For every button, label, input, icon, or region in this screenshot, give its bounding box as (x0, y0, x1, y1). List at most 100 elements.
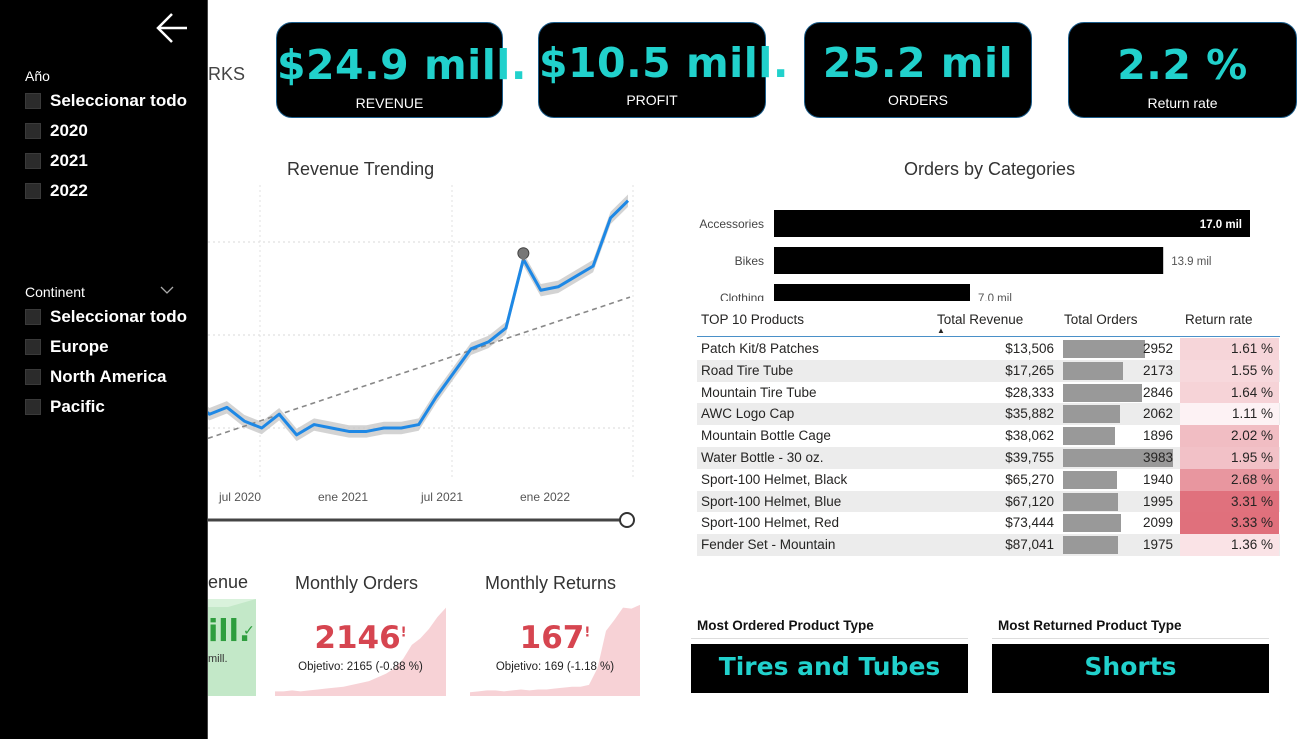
return-rate-value: 3.31 % (1230, 493, 1273, 509)
product-name: Sport-100 Helmet, Blue (701, 493, 842, 509)
orders-value: 2846 (1142, 384, 1173, 400)
checkbox[interactable] (25, 123, 41, 139)
table-row[interactable]: 1.64 % Mountain Tire Tube $28,333 2846 (697, 381, 1280, 404)
divider (992, 638, 1269, 639)
table-row[interactable]: 1.95 % Water Bottle - 30 oz. $39,755 3983 (697, 447, 1280, 469)
kpi-card-profit[interactable]: $10.5 mill. PROFIT (538, 22, 788, 118)
return-rate-cell: 3.33 % (1180, 512, 1279, 535)
table-row[interactable]: 1.11 % AWC Logo Cap $35,882 2062 (697, 403, 1280, 426)
x-tick-label: jul 2021 (420, 490, 463, 504)
category-bar (774, 210, 1250, 237)
product-name: Mountain Bottle Cage (701, 428, 831, 444)
year-option-2020[interactable]: 2020 (25, 121, 88, 140)
header-return-rate[interactable]: Return rate (1185, 312, 1253, 327)
year-option-select-all[interactable]: Seleccionar todo (25, 91, 187, 110)
orders-value: 1940 (1142, 471, 1173, 487)
divider (691, 638, 968, 639)
product-name: Sport-100 Helmet, Red (701, 515, 840, 531)
revenue-value: $67,120 (1005, 493, 1054, 509)
orders-data-bar (1063, 492, 1119, 511)
monthly-orders-value: 2146! (275, 620, 446, 656)
return-rate-value: 1.61 % (1230, 341, 1273, 356)
orders-data-bar (1063, 383, 1142, 402)
checkbox[interactable] (25, 183, 41, 199)
continent-option-select-all[interactable]: Seleccionar todo (25, 307, 187, 326)
sort-ascending-icon: ▲ (937, 326, 945, 335)
return-rate-cell: 2.68 % (1180, 468, 1279, 491)
table-row[interactable]: 3.31 % Sport-100 Helmet, Blue $67,120 1995 (697, 490, 1280, 513)
return-rate-cell: 1.64 % (1180, 381, 1279, 404)
kpi-card-orders[interactable]: 25.2 mil ORDERS (804, 22, 1032, 118)
revenue-value: $17,265 (1005, 362, 1054, 378)
header-total-orders[interactable]: Total Orders (1064, 312, 1138, 327)
product-name: Sport-100 Helmet, Black (701, 471, 848, 487)
product-name: Patch Kit/8 Patches (701, 341, 819, 356)
monthly-orders-title: Monthly Orders (295, 573, 419, 593)
most-returned-type-card[interactable]: Shorts (992, 644, 1269, 693)
kpi-label: ORDERS (888, 92, 948, 108)
orders-value: 2173 (1142, 362, 1173, 378)
option-label: Pacific (50, 397, 105, 416)
product-name: Road Tire Tube (701, 362, 794, 378)
most-ordered-type-card[interactable]: Tires and Tubes (691, 644, 968, 693)
kpi-value: 25.2 mil (822, 39, 1014, 87)
warning-icon: ! (400, 625, 407, 641)
return-rate-cell: 1.36 % (1180, 534, 1279, 556)
year-option-2021[interactable]: 2021 (25, 151, 88, 170)
kpi-card-return-rate[interactable]: 2.2 % Return rate (1068, 22, 1297, 118)
kpi-card-revenue[interactable]: $24.9 mill. REVENUE (276, 22, 527, 118)
checkbox[interactable] (25, 309, 41, 325)
header-product[interactable]: TOP 10 Products (701, 312, 804, 327)
continent-option-europe[interactable]: Europe (25, 337, 109, 356)
orders-data-bar (1063, 340, 1145, 358)
chevron-down-icon[interactable] (160, 286, 174, 295)
trend-line (208, 296, 631, 440)
table-row[interactable]: 1.36 % Fender Set - Mountain $87,041 1975 (697, 534, 1280, 556)
checkbox[interactable] (25, 369, 41, 385)
return-rate-value: 1.95 % (1230, 450, 1273, 465)
table-row[interactable]: 3.33 % Sport-100 Helmet, Red $73,444 2099 (697, 512, 1280, 535)
most-returned-type-value: Shorts (1084, 652, 1177, 681)
table-row[interactable]: 2.02 % Mountain Bottle Cage $38,062 1896 (697, 425, 1280, 447)
checkbox[interactable] (25, 399, 41, 415)
checkbox[interactable] (25, 339, 41, 355)
checkbox[interactable] (25, 93, 41, 109)
orders-value: 2062 (1142, 406, 1173, 422)
return-rate-value: 1.55 % (1230, 362, 1273, 378)
return-rate-value: 2.68 % (1230, 471, 1273, 487)
category-label: Accessories (699, 217, 764, 231)
revenue-value: $35,882 (1005, 406, 1054, 422)
continent-option-pacific[interactable]: Pacific (25, 397, 105, 416)
revenue-value: $39,755 (1005, 450, 1054, 465)
header-total-revenue[interactable]: Total Revenue (937, 312, 1023, 327)
orders-value: 2952 (1142, 341, 1173, 356)
option-label: Europe (50, 337, 109, 356)
table-row[interactable]: 1.61 % Patch Kit/8 Patches $13,506 2952 (697, 338, 1280, 360)
orders-by-categories-chart[interactable]: Accessories 17.0 mil Bikes 13.9 mil Clothing… (697, 205, 1287, 301)
revenue-value: $38,062 (1005, 428, 1054, 444)
option-label: Seleccionar todo (50, 91, 187, 110)
monthly-revenue-target: mill. (208, 653, 228, 665)
year-option-2022[interactable]: 2022 (25, 181, 88, 200)
monthly-returns-value: 167! (470, 620, 640, 656)
return-rate-cell: 1.55 % (1180, 359, 1279, 382)
back-arrow-icon[interactable] (155, 12, 189, 44)
revenue-trending-chart[interactable]: jul 2020 ene 2021 jul 2021 ene 2022 (208, 180, 648, 530)
orders-data-bar (1063, 470, 1117, 489)
return-rate-cell: 3.31 % (1180, 490, 1279, 513)
date-range-slider-handle[interactable] (619, 512, 635, 528)
continent-option-north-america[interactable]: North America (25, 367, 167, 386)
table-row[interactable]: 1.55 % Road Tire Tube $17,265 2173 (697, 359, 1280, 382)
category-bar (774, 284, 970, 301)
table-row[interactable]: 2.68 % Sport-100 Helmet, Black $65,270 1940 (697, 468, 1280, 491)
revenue-value: $87,041 (1005, 537, 1054, 553)
checkbox[interactable] (25, 153, 41, 169)
return-rate-value: 3.33 % (1230, 515, 1273, 531)
kpi-value: $24.9 mill. (277, 41, 527, 89)
revenue-value: $65,270 (1005, 471, 1054, 487)
orders-data-bar (1063, 405, 1120, 424)
filter-pane: Año Seleccionar todo 2020 2021 2022 Cont… (0, 0, 208, 739)
return-rate-value: 2.02 % (1230, 428, 1273, 444)
category-data-label: 17.0 mil (1200, 219, 1242, 231)
revenue-trending-title: Revenue Trending (287, 159, 435, 179)
